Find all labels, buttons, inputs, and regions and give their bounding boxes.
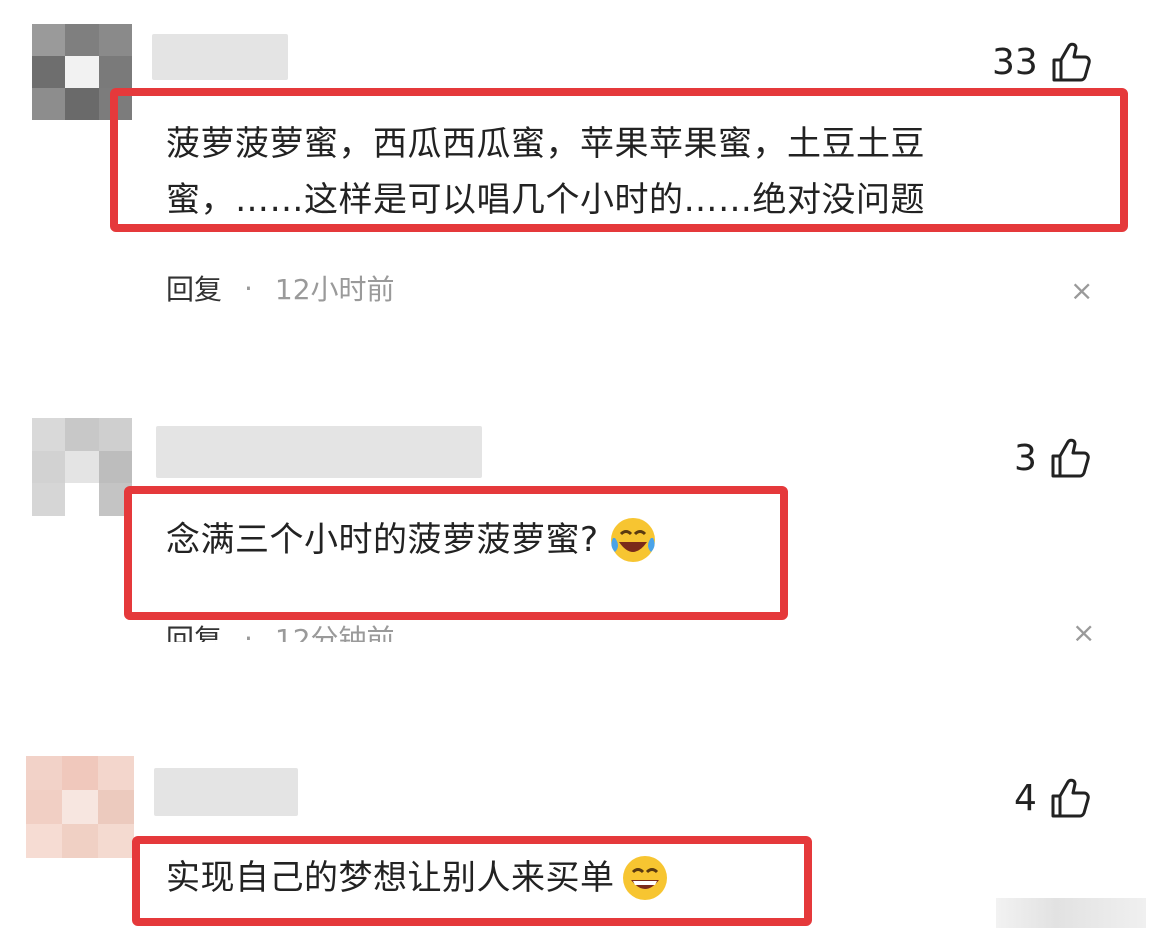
grinning-emoji-icon: [622, 856, 667, 900]
avatar-cell: [62, 824, 98, 858]
thumbs-up-icon: [1051, 778, 1090, 818]
username-blurred[interactable]: [154, 768, 298, 816]
avatar-cell: [26, 756, 62, 790]
avatar-cell: [26, 790, 62, 824]
comment-3: 4 实现自己的梦想让别人来买单: [0, 0, 1156, 928]
avatar[interactable]: [26, 756, 134, 858]
like-count: 4: [1014, 777, 1037, 819]
avatar-cell: [26, 824, 62, 858]
avatar-cell: [98, 790, 134, 824]
avatar-cell: [98, 824, 134, 858]
like-button[interactable]: 4: [1014, 776, 1091, 820]
comment-text: 实现自己的梦想让别人来买单: [166, 850, 671, 906]
blurred-area: [996, 898, 1146, 928]
comment-text-body: 实现自己的梦想让别人来买单: [166, 858, 615, 898]
avatar-cell: [62, 756, 98, 790]
avatar-cell: [98, 756, 134, 790]
avatar-cell: [62, 790, 98, 824]
